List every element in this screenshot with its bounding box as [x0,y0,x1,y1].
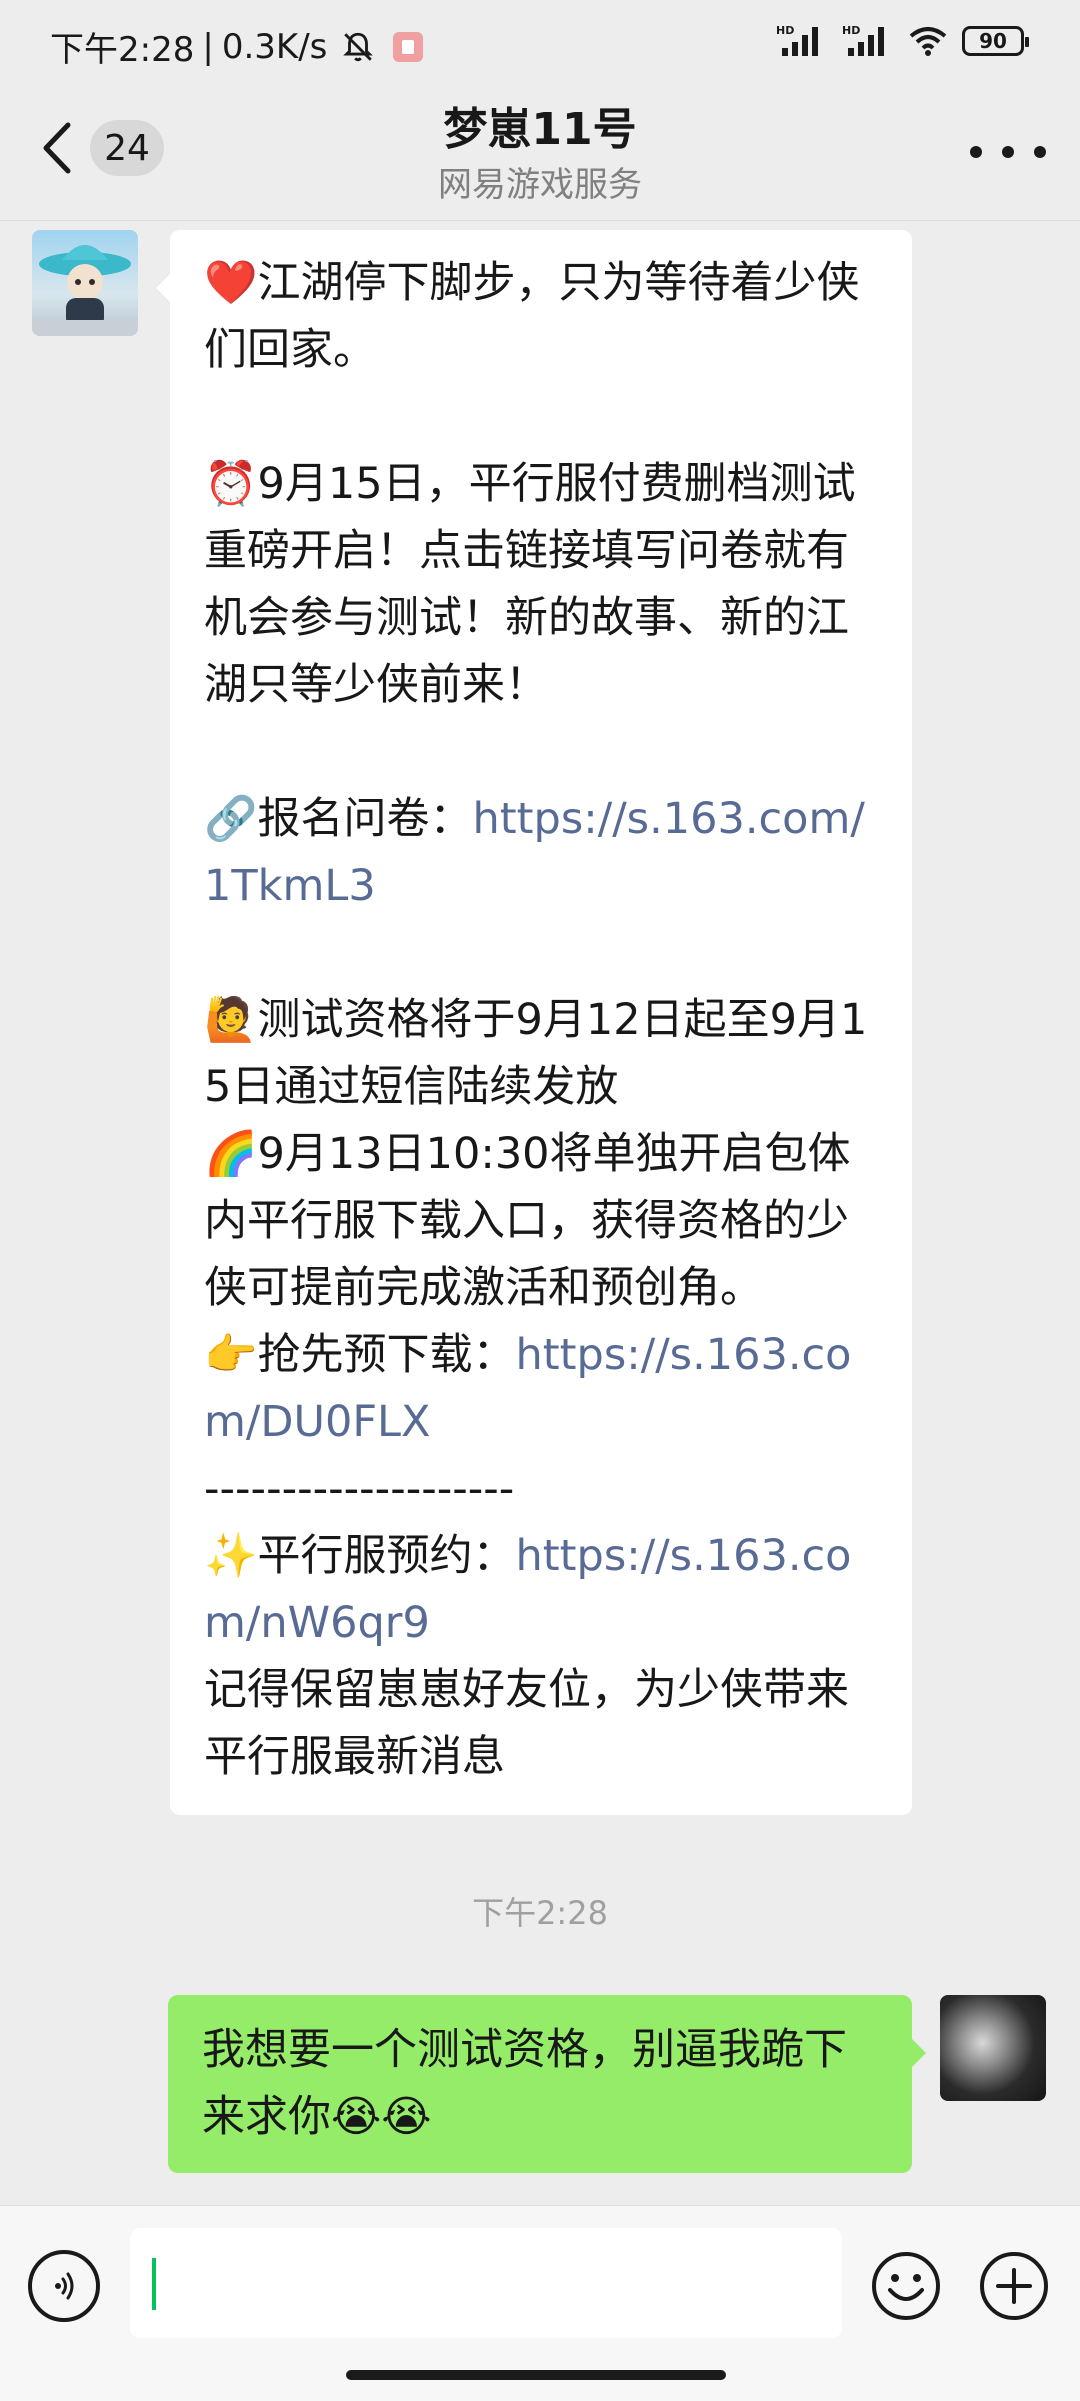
more-dot-icon [1034,146,1046,158]
network-speed: 0.3K/s [221,26,328,67]
more-dot-icon [970,146,982,158]
home-indicator[interactable] [346,2370,726,2380]
status-time: 下午2:28 [50,30,195,70]
plus-icon[interactable] [978,2250,1050,2322]
outgoing-message-bubble[interactable]: 我想要一个测试资格，别逼我跪下来求你😭😭 [168,1995,926,2173]
status-right: HD HD 90 [776,24,1029,58]
my-avatar[interactable] [940,1995,1046,2101]
message-paragraph: ❤️江湖停下脚步，只为等待着少侠们回家。 [204,258,860,375]
title-block[interactable]: 梦崽11号 网易游戏服务 [0,100,1080,210]
message-input[interactable] [130,2228,842,2338]
incoming-message-bubble[interactable]: ❤️江湖停下脚步，只为等待着少侠们回家。 ⏰9月15日，平行服付费删档测试重磅开启… [156,230,912,1815]
message-label: ✨平行服预约： [204,1531,516,1581]
emoji-icon[interactable] [870,2250,942,2322]
status-separator: | [202,26,214,67]
message-timestamp: 下午2:28 [472,1894,608,1932]
signal-label: HD [776,24,794,37]
message-paragraph: 记得保留崽崽好友位，为少侠带来平行服最新消息 [204,1665,849,1782]
status-left: 下午2:28 | 0.3K/s [50,22,424,71]
message-paragraph: ⏰9月15日，平行服付费删档测试重磅开启！点击链接填写问卷就有机会参与测试！新的… [204,459,856,710]
sender-avatar[interactable] [32,230,138,336]
chat-subtitle: 网易游戏服务 [438,165,642,205]
message-paragraph: 🙋测试资格将于9月12日起至9月15日通过短信陆续发放 [204,995,868,1112]
message-divider: -------------------- [204,1464,515,1514]
voice-input-button[interactable] [28,2250,100,2322]
voice-icon [55,2272,74,2300]
more-options-button[interactable] [970,132,1046,172]
message-label: 👉抢先预下载： [204,1330,516,1380]
avatar-character-icon [32,245,138,336]
chat-header: 24 梦崽11号 网易游戏服务 [0,92,1080,221]
message-label: 🔗报名问卷： [204,794,473,844]
signal-icon: HD [776,24,818,56]
status-bar: 下午2:28 | 0.3K/s HD HD 90 [0,0,1080,92]
bell-muted-icon [343,32,374,61]
wifi-icon [909,27,947,56]
signal-label-2: HD [842,24,860,37]
text-caret [152,2258,156,2310]
signal-icon-2: HD [842,24,884,56]
chat-title: 梦崽11号 [443,104,637,155]
outgoing-message-text: 我想要一个测试资格，别逼我跪下来求你😭😭 [202,2025,847,2142]
more-dot-icon [1002,146,1014,158]
message-paragraph: 🌈9月13日10:30将单独开启包体内平行服下载入口，获得资格的少侠可提前完成激… [204,1129,851,1313]
notification-app-icon [393,31,424,62]
battery-indicator: 90 [962,26,1029,56]
